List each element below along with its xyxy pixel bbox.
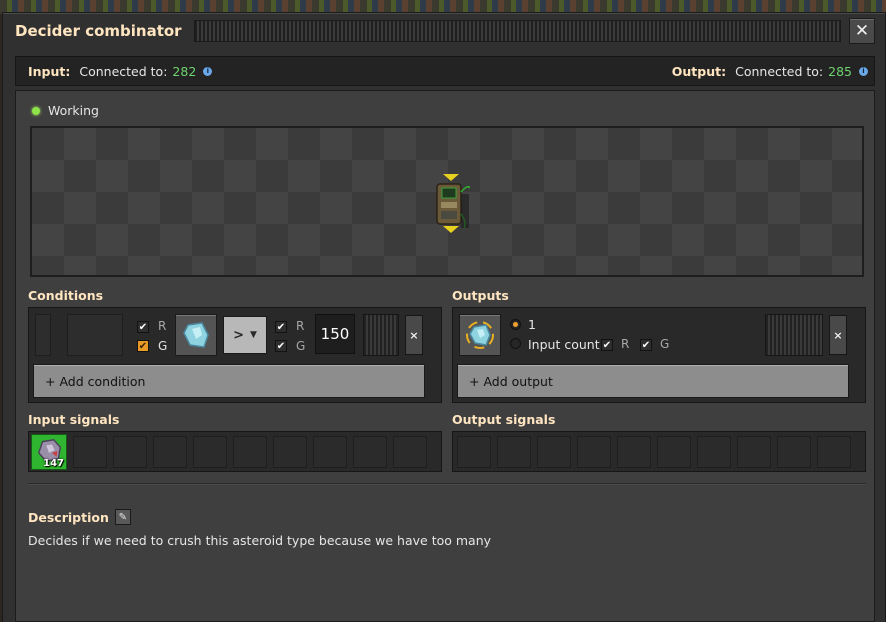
output-connector-slot	[765, 314, 823, 356]
condition-drag-slot[interactable]	[35, 314, 51, 356]
first-green-label: G	[158, 339, 168, 353]
close-icon: ✕	[854, 21, 870, 41]
first-green-checkbox[interactable]: ✔	[137, 340, 149, 352]
output-input-count-radio[interactable]	[510, 338, 521, 349]
output-red-checkbox[interactable]: ✔	[601, 339, 613, 351]
output-signal-button[interactable]	[459, 314, 501, 356]
conditions-panel: ✔ R ✔ G > ▼ ✔ R ✔ G 150 × + Add conditio…	[28, 307, 442, 403]
input-connected-text: Connected to:	[79, 63, 168, 79]
output-signal-empty-slot	[617, 436, 651, 468]
add-condition-button[interactable]: + Add condition	[33, 364, 425, 398]
window-title: Decider combinator	[15, 22, 182, 40]
close-icon: ×	[833, 328, 843, 342]
status-text: Working	[48, 103, 99, 118]
comparator-select[interactable]: > ▼	[223, 316, 267, 354]
second-red-label: R	[296, 319, 305, 333]
edit-description-button[interactable]: ✎	[114, 509, 131, 525]
output-signal-empty-slot	[457, 436, 491, 468]
output-signal-empty-slot	[657, 436, 691, 468]
condition-empty-slot	[67, 314, 123, 356]
output-signal-empty-slot	[737, 436, 771, 468]
input-signal-empty-slot	[73, 436, 107, 468]
output-network-id: 285	[828, 63, 852, 79]
content-panel: Working Conditions ✔ R ✔ G > ▼ ✔ R ✔ G 1…	[15, 90, 875, 622]
first-red-checkbox[interactable]: ✔	[137, 321, 149, 333]
input-connection: Input: Connected to: 282 i	[28, 63, 213, 79]
description-label: Description	[28, 509, 109, 525]
decider-combinator-icon	[436, 174, 470, 233]
output-signal-empty-slot	[697, 436, 731, 468]
input-signal-empty-slot	[353, 436, 387, 468]
input-signals-panel: 147	[28, 431, 442, 472]
output-connected-text: Connected to:	[735, 63, 824, 79]
condition-first-signal-button[interactable]	[175, 314, 217, 356]
conditions-label: Conditions	[28, 288, 104, 303]
input-signal-empty-slot	[193, 436, 227, 468]
pencil-icon: ✎	[118, 511, 128, 523]
input-signal-empty-slot	[113, 436, 147, 468]
close-button[interactable]: ✕	[849, 18, 875, 44]
add-output-button[interactable]: + Add output	[457, 364, 849, 398]
output-signal-empty-slot	[497, 436, 531, 468]
add-output-label: + Add output	[469, 373, 553, 389]
output-green-checkbox[interactable]: ✔	[640, 339, 652, 351]
second-green-label: G	[296, 339, 306, 353]
chevron-down-icon: ▼	[249, 330, 257, 340]
status-indicator: Working	[32, 103, 99, 118]
status-dot-icon	[32, 106, 40, 115]
outputs-label: Outputs	[452, 288, 509, 303]
input-signal-empty-slot	[273, 436, 307, 468]
remove-output-button[interactable]: ×	[829, 315, 847, 355]
remove-condition-button[interactable]: ×	[405, 315, 423, 355]
output-connection: Output: Connected to: 285 i	[672, 64, 868, 79]
comparator-value: >	[233, 327, 244, 343]
output-input-count-option: Input count	[528, 337, 600, 352]
second-green-checkbox[interactable]: ✔	[275, 340, 287, 352]
first-red-label: R	[158, 319, 167, 333]
input-signal-slot[interactable]: 147	[31, 434, 67, 470]
output-signal-empty-slot	[817, 436, 851, 468]
close-icon: ×	[409, 328, 419, 342]
output-info-icon[interactable]: i	[859, 66, 868, 76]
input-info-icon[interactable]: i	[203, 66, 213, 76]
output-connection-label: Output:	[671, 63, 727, 79]
description-header: Description ✎	[28, 509, 131, 525]
description-text: Decides if we need to crush this asteroi…	[28, 533, 492, 548]
output-signal-empty-slot	[777, 436, 811, 468]
add-condition-label: + Add condition	[45, 373, 146, 389]
output-signals-panel	[452, 431, 866, 472]
output-red-label: R	[621, 337, 630, 351]
condition-connector-slot	[363, 314, 399, 356]
input-signal-empty-slot	[393, 436, 427, 468]
input-signal-empty-slot	[153, 436, 187, 468]
drag-handle[interactable]	[193, 20, 841, 42]
title-bar[interactable]: Decider combinator ✕	[3, 13, 885, 49]
output-value-option: 1	[528, 317, 536, 332]
outputs-panel: 1 Input count ✔ R ✔ G × + Add output	[452, 307, 866, 403]
input-connection-label: Input:	[28, 63, 71, 79]
second-red-checkbox[interactable]: ✔	[275, 321, 287, 333]
input-signals-label: Input signals	[28, 412, 120, 427]
section-divider	[28, 483, 866, 485]
output-green-label: G	[660, 337, 670, 351]
condition-constant-value: 150	[320, 325, 350, 343]
combinator-window: Decider combinator ✕ Input: Connected to…	[2, 12, 886, 622]
asteroid-chunk-icon	[183, 322, 209, 348]
output-signal-empty-slot	[537, 436, 571, 468]
output-signals-label: Output signals	[452, 412, 556, 427]
entity-preview	[30, 126, 864, 277]
input-signal-count: 147	[43, 458, 64, 469]
output-value-radio[interactable]	[510, 319, 521, 330]
connection-bar: Input: Connected to: 282 i Output: Conne…	[15, 56, 875, 86]
input-network-id: 282	[172, 63, 197, 79]
input-signal-empty-slot	[313, 436, 347, 468]
input-signal-empty-slot	[233, 436, 267, 468]
condition-constant-input[interactable]: 150	[315, 314, 355, 354]
output-signal-empty-slot	[577, 436, 611, 468]
asteroid-chunk-icon	[466, 321, 494, 349]
